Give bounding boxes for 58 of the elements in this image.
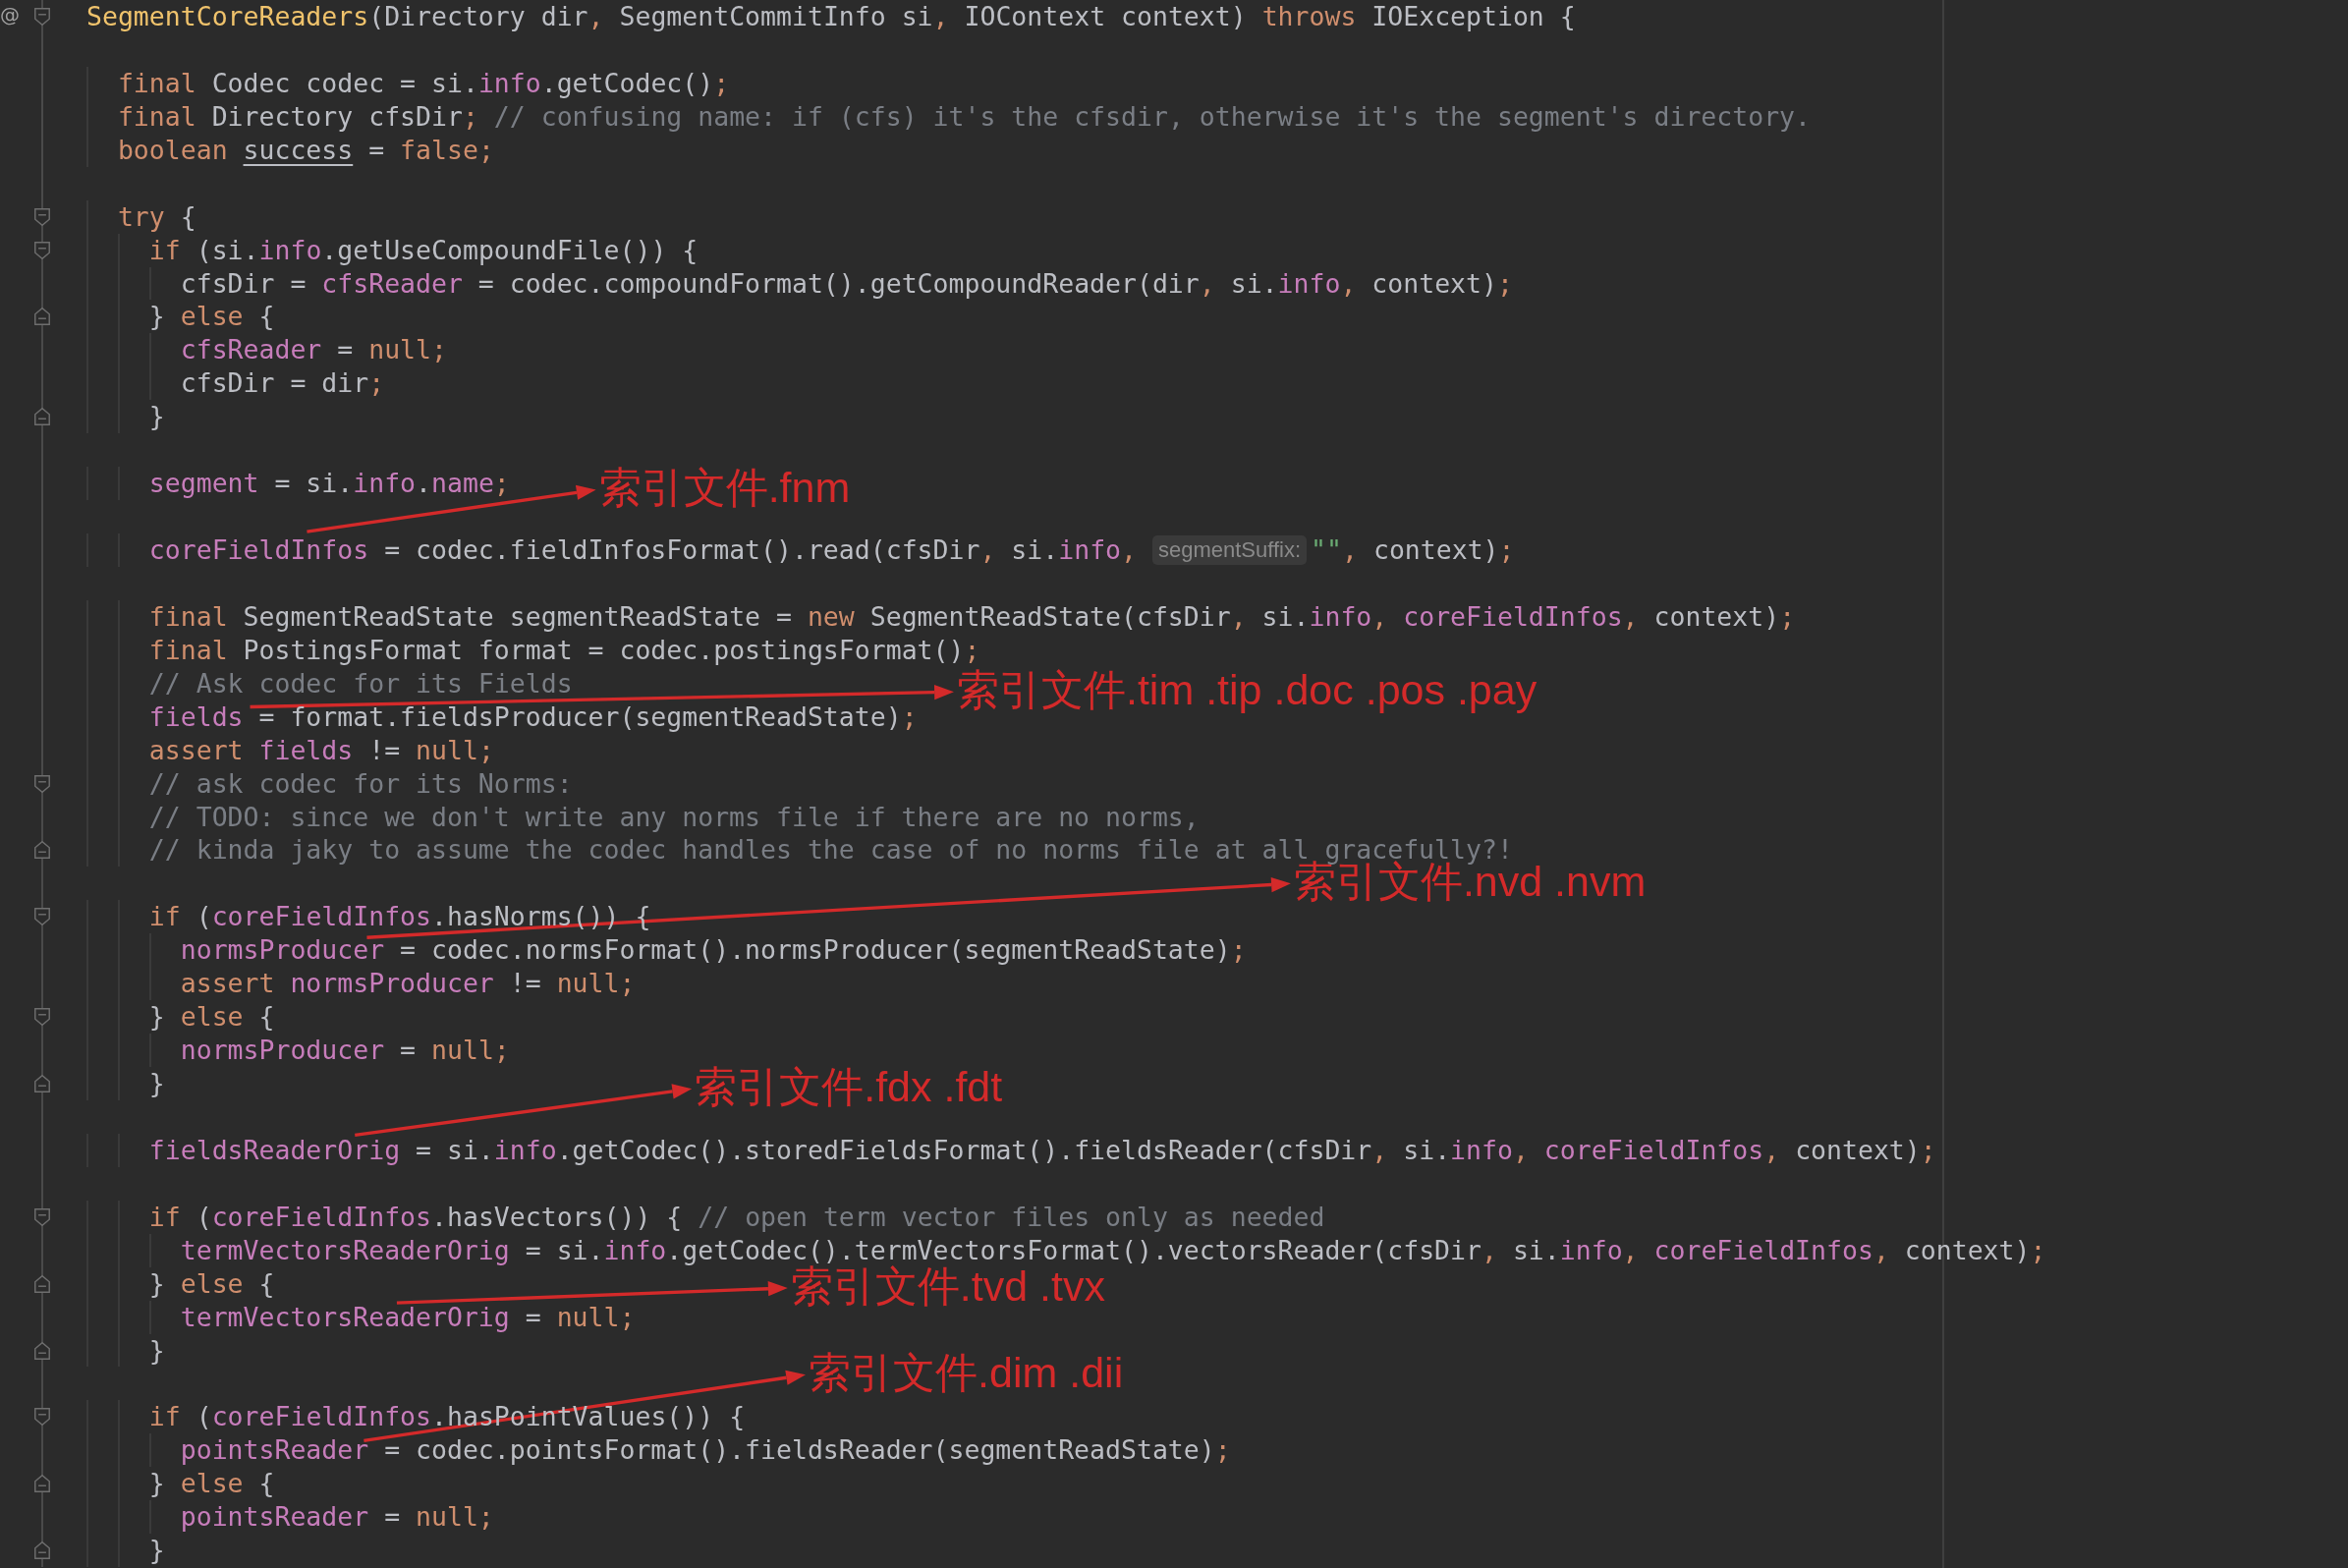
code-line: assert normsProducer != null; [180, 967, 636, 1001]
code-line: } [148, 1067, 165, 1100]
code-line: if (si.info.getUseCompoundFile()) { [148, 233, 699, 267]
code-line: fields = format.fieldsProducer(segmentReadState); [148, 700, 918, 734]
code-line: } else { [148, 300, 275, 334]
code-line: } else { [148, 1266, 275, 1301]
fold-start-icon[interactable] [33, 240, 51, 260]
fold-start-icon[interactable] [33, 7, 51, 27]
fold-end-icon[interactable] [33, 1340, 51, 1361]
fold-end-icon[interactable] [33, 1474, 51, 1494]
code-line: try { [117, 199, 196, 234]
fold-start-icon[interactable] [33, 1206, 51, 1227]
code-line: SegmentCoreReaders(Directory dir, SegmentCommitInfo si, IOContext context) throws IOException { [86, 0, 1576, 33]
fold-end-icon[interactable] [33, 1540, 51, 1561]
code-line: // TODO: since we don't write any norms file if there are no norms, [148, 800, 1200, 834]
code-line: cfsReader = null; [180, 333, 447, 367]
code-line: // ask codec for its Norms: [148, 766, 573, 801]
code-line: normsProducer = null; [180, 1034, 510, 1067]
code-line: } else { [148, 1000, 275, 1035]
code-line: cfsDir = dir; [180, 366, 385, 401]
code-line: fieldsReaderOrig = si.info.getCodec().storedFieldsFormat().fieldsReader(cfsDir, si.info, coreFieldInfos, context); [148, 1133, 1936, 1167]
code-line: pointsReader = null; [180, 1500, 494, 1535]
fold-end-icon[interactable] [33, 1074, 51, 1093]
code-line: termVectorsReaderOrig = null; [180, 1300, 636, 1334]
parameter-hint: segmentSuffix: [1151, 534, 1308, 565]
fold-end-icon[interactable] [33, 307, 51, 327]
annotation-label: 索引文件.tim .tip .doc .pos .pay [956, 665, 1537, 716]
code-line: final PostingsFormat format = codec.postingsFormat(); [148, 633, 980, 667]
code-line: } [148, 400, 165, 434]
fold-start-icon[interactable] [33, 1007, 51, 1028]
code-line: termVectorsReaderOrig = si.info.getCodec().termVectorsFormat().vectorsReader(cfsDir, si.info, coreFieldInfos, context); [180, 1233, 2046, 1265]
code-line: pointsReader = codec.pointsFormat().fieldsReader(segmentReadState); [180, 1433, 1231, 1468]
fold-start-icon[interactable] [33, 907, 51, 927]
code-line: if (coreFieldInfos.hasVectors()) { // open term vector files only as needed [148, 1200, 1325, 1234]
code-text: coreFieldInfos = codec.fieldInfosFormat().read(cfsDir, si.info, [148, 533, 1138, 567]
fold-end-icon[interactable] [33, 1273, 51, 1294]
annotation-label: 索引文件.dim .dii [809, 1348, 1124, 1399]
annotation-label: 索引文件.fdx .fdt [695, 1062, 1003, 1113]
code-line: } else { [148, 1467, 275, 1501]
code-line: cfsDir = cfsReader = codec.compoundFormat().getCompoundReader(dir, si.info, context); [180, 266, 1513, 301]
code-line: final SegmentReadState segmentReadState = new SegmentReadState(cfsDir, si.info, coreFieldInfos, context); [148, 599, 1796, 634]
code-line: assert fields != null; [148, 733, 494, 767]
code-line: normsProducer = codec.normsFormat().normsProducer(segmentReadState); [180, 933, 1247, 968]
annotation-label: 索引文件.fnm [598, 463, 851, 514]
annotation-gutter-mark[interactable]: @ [0, 2, 20, 28]
code-line: boolean success = false; [117, 133, 494, 167]
fold-end-icon[interactable] [33, 407, 51, 427]
code-line: final Directory cfsDir; // confusing name: if (cfs) it's the cfsdir, otherwise it's the segment's directory. [117, 99, 1811, 134]
code-line: } [148, 1534, 165, 1568]
code-text: "", context); [1311, 533, 1515, 567]
fold-end-icon[interactable] [33, 840, 51, 861]
code-line: segment = si.info.name; [148, 467, 510, 501]
fold-start-icon[interactable] [33, 206, 51, 227]
code-line: } [148, 1333, 165, 1368]
fold-start-icon[interactable] [33, 773, 51, 794]
fold-start-icon[interactable] [33, 1407, 51, 1428]
code-line: // Ask codec for its Fields [148, 666, 573, 700]
code-line: final Codec codec = si.info.getCodec(); [117, 66, 730, 100]
